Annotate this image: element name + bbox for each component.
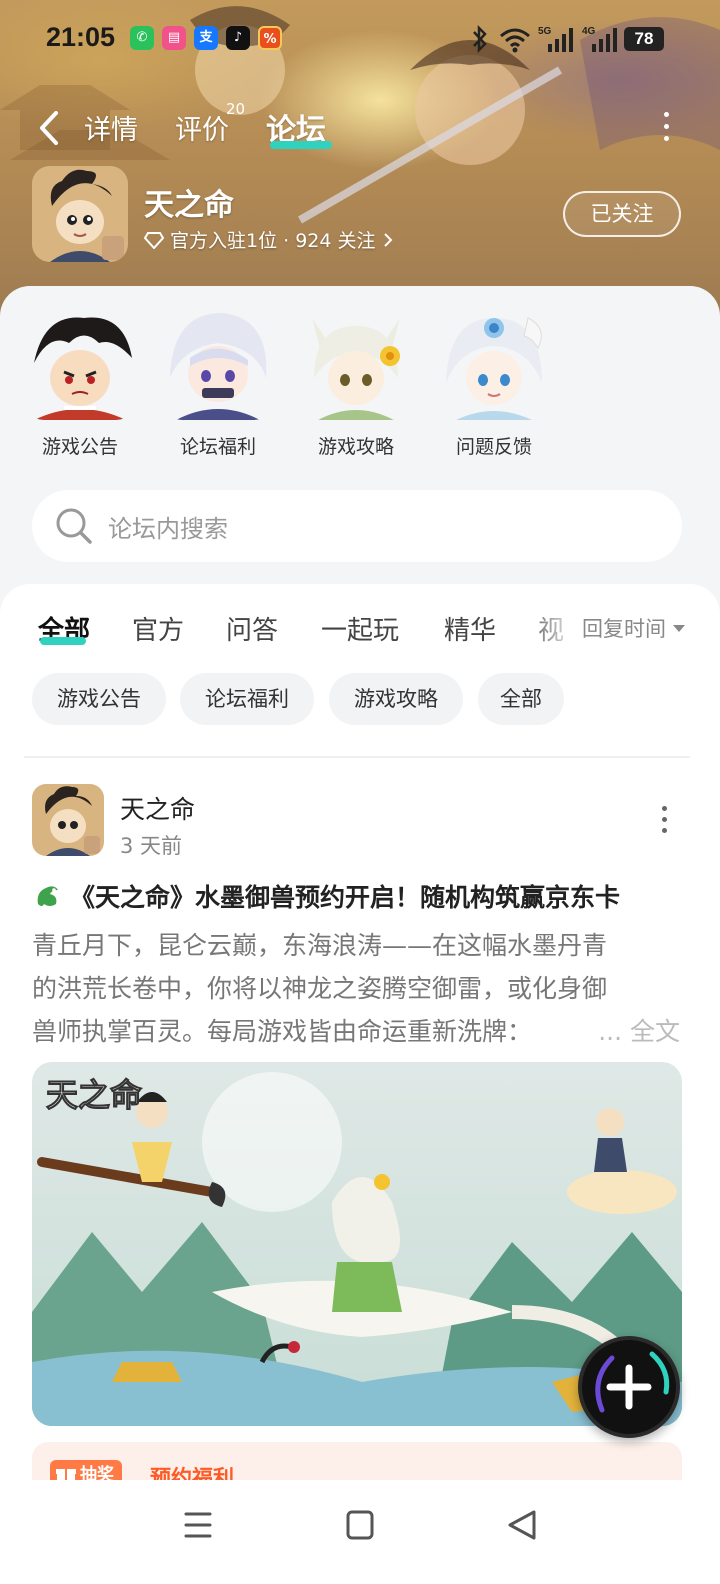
follow-button[interactable]: 已关注 (563, 191, 681, 237)
chip-guides[interactable]: 游戏攻略 (329, 673, 463, 725)
game-title: 天之命 (144, 188, 234, 223)
plus-icon (595, 1351, 670, 1413)
bilibili-icon: ▤ (162, 26, 186, 50)
home-icon[interactable] (340, 1508, 380, 1542)
post-author-avatar[interactable] (32, 784, 104, 856)
post-timestamp: 3 天前 (120, 834, 183, 858)
caret-down-icon (673, 625, 685, 632)
filter-tab-qa[interactable]: 问答 (226, 610, 278, 647)
search-placeholder: 论坛内搜索 (108, 514, 228, 543)
section-guides-avatar (300, 308, 412, 420)
read-more-link[interactable]: ... 全文 (598, 1010, 680, 1053)
game-avatar-image (32, 166, 128, 262)
tiktok-icon: ♪ (226, 26, 250, 50)
post-body-line: 青丘月下，昆仑云巅，东海浪涛——在这幅水墨丹青 (32, 931, 608, 960)
game-stats-link[interactable]: 官方入驻1位 · 924 关注 (144, 226, 394, 253)
filter-tab-official[interactable]: 官方 (132, 610, 184, 647)
post-body-line: 的洪荒长卷中，你将以神龙之姿腾空御雷，或化身御 (32, 974, 608, 1003)
image-logo-text: 天之命 (46, 1076, 143, 1114)
post-body-line-3: 兽师执掌百灵。每局游戏皆由命运重新洗牌： (32, 1017, 533, 1046)
bluetooth-icon (473, 24, 487, 54)
network-5g-label: 5G (538, 26, 552, 37)
status-time: 21:05 (46, 22, 116, 52)
search-icon (56, 508, 92, 544)
signal-4g-icon: 4G (582, 26, 617, 52)
section-welfare[interactable]: 论坛福利 (162, 308, 274, 459)
filter-tab-featured[interactable]: 精华 (444, 610, 496, 647)
section-label: 问题反馈 (455, 436, 532, 458)
tabs-fade (520, 600, 580, 650)
app-notification-icon: % (258, 26, 282, 50)
section-guides[interactable]: 游戏攻略 (300, 308, 412, 459)
dragon-icon (37, 886, 58, 906)
post-more-icon[interactable] (658, 806, 670, 836)
diamond-icon (144, 231, 164, 249)
post-author-name[interactable]: 天之命 (120, 790, 195, 826)
wechat-icon: ✆ (130, 26, 154, 50)
filter-tab-play-together[interactable]: 一起玩 (321, 610, 399, 647)
back-icon[interactable] (502, 1508, 542, 1542)
network-4g-label: 4G (582, 26, 596, 37)
section-label: 论坛福利 (179, 436, 256, 458)
section-announcements-avatar (24, 308, 136, 420)
post-title[interactable]: 《天之命》水墨御兽预约开启！随机构筑赢京东卡 (32, 878, 620, 914)
sort-label: 回复时间 (582, 617, 666, 641)
divider (24, 756, 690, 758)
tab-forum-indicator (270, 141, 332, 149)
tab-reviews[interactable]: 评价 (175, 108, 229, 147)
chevron-right-icon (383, 232, 392, 247)
section-announcements[interactable]: 游戏公告 (24, 308, 136, 459)
tab-details[interactable]: 详情 (84, 108, 138, 147)
more-options-icon[interactable] (660, 112, 672, 144)
back-arrow-icon[interactable] (34, 108, 64, 148)
alipay-icon: 支 (194, 26, 218, 50)
chip-announcements[interactable]: 游戏公告 (32, 673, 166, 725)
create-post-button[interactable] (578, 1336, 680, 1438)
sort-dropdown[interactable]: 回复时间 (576, 613, 686, 643)
review-count-badge: 20 (226, 100, 246, 118)
game-icon[interactable] (32, 166, 128, 262)
post-title-text: 《天之命》水墨御兽预约开启！随机构筑赢京东卡 (70, 883, 621, 912)
section-feedback-avatar (438, 308, 550, 420)
signal-5g-icon: 5G (538, 26, 573, 52)
post-body[interactable]: 青丘月下，昆仑云巅，东海浪涛——在这幅水墨丹青 的洪荒长卷中，你将以神龙之姿腾空… (32, 924, 680, 1053)
section-welfare-avatar (162, 308, 274, 420)
forum-search-input[interactable]: 论坛内搜索 (32, 490, 682, 562)
section-feedback[interactable]: 问题反馈 (438, 308, 550, 459)
section-label: 游戏公告 (41, 436, 118, 458)
filter-tab-indicator (40, 637, 86, 645)
status-bar: 21:05 ✆ ▤ 支 ♪ % 5G 4G 78 (0, 0, 720, 80)
section-label: 游戏攻略 (317, 436, 394, 458)
chip-all[interactable]: 全部 (478, 673, 564, 725)
menu-icon[interactable] (178, 1508, 218, 1542)
chip-welfare[interactable]: 论坛福利 (180, 673, 314, 725)
battery-indicator: 78 (624, 27, 664, 51)
post-body-line: 兽师执掌百灵。每局游戏皆由命运重新洗牌： ... 全文 (32, 1010, 680, 1053)
wifi-icon (500, 28, 530, 53)
game-stats: 官方入驻1位 · 924 关注 (170, 230, 376, 252)
